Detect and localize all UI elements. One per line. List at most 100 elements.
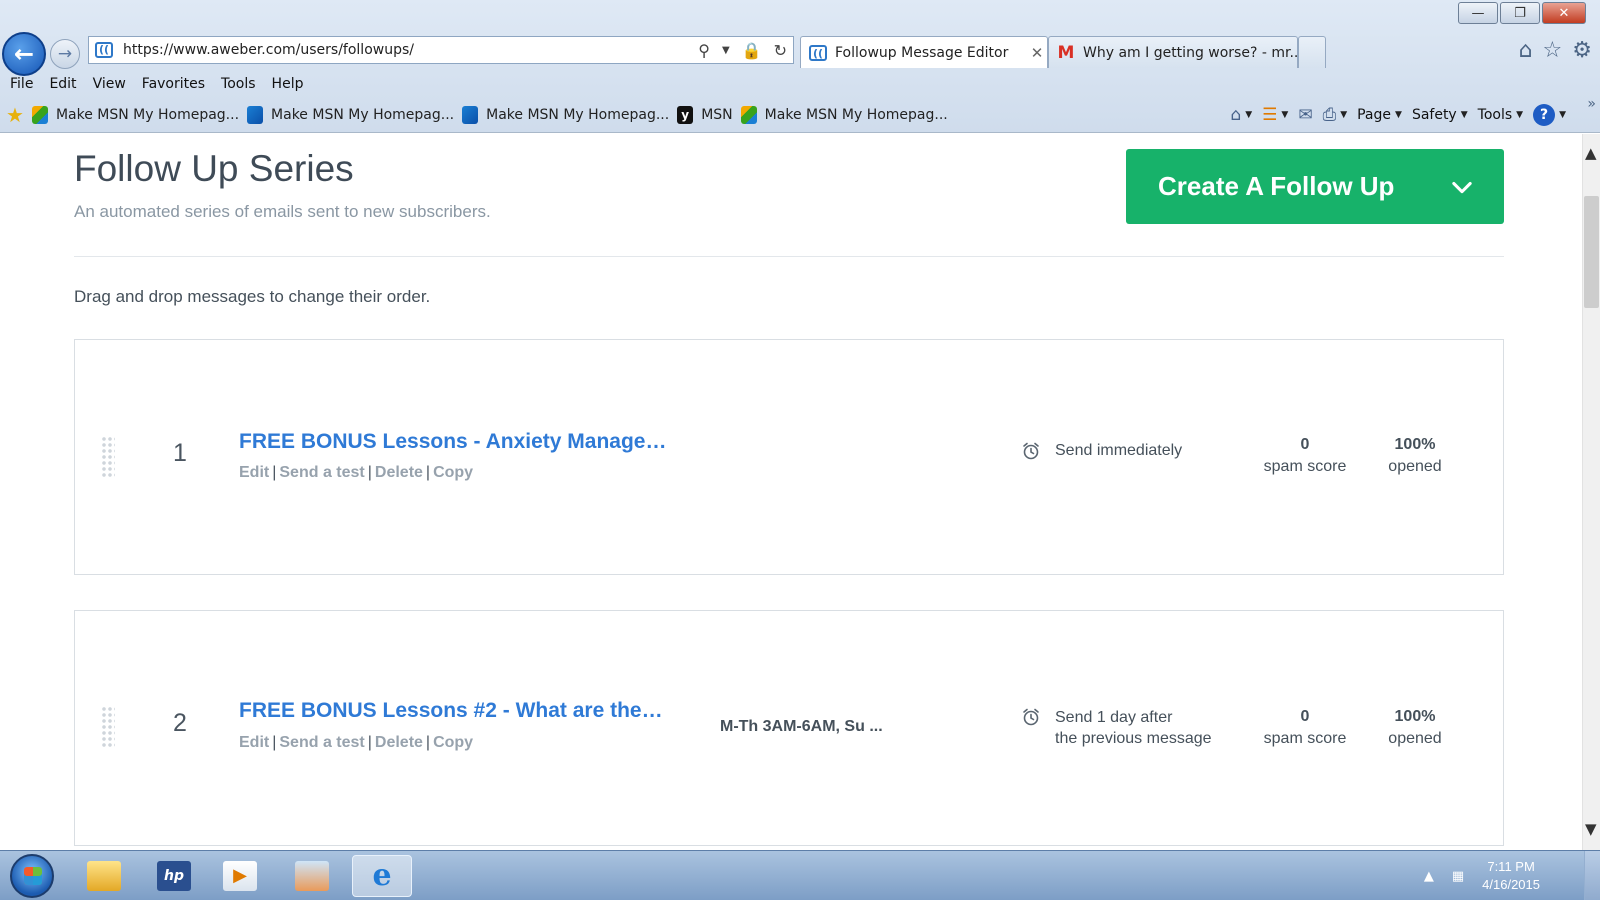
spam-score-stat: 0 spam score	[1255, 706, 1355, 750]
new-tab-button[interactable]	[1298, 36, 1326, 68]
restore-button[interactable]: ❐	[1500, 2, 1540, 24]
menu-file[interactable]: File	[0, 72, 41, 96]
chevron-down-icon	[1452, 181, 1472, 193]
favorites-star-icon[interactable]: ★	[6, 103, 24, 127]
safety-menu[interactable]: Safety ▼	[1410, 107, 1470, 123]
help-icon: ?	[1533, 104, 1556, 126]
back-button[interactable]: ←	[2, 32, 46, 76]
tab-close-icon[interactable]: ✕	[1027, 44, 1047, 62]
start-button[interactable]	[10, 854, 54, 898]
send-test-link[interactable]: Send a test	[279, 464, 364, 481]
message-title-link[interactable]: FREE BONUS Lessons #2 - What are the…	[239, 699, 663, 723]
delete-link[interactable]: Delete	[375, 734, 423, 751]
favorite-link[interactable]: y MSN	[677, 106, 733, 124]
caret-icon: ▼	[1395, 110, 1402, 120]
message-actions: Edit | Send a test | Delete | Copy	[239, 464, 473, 482]
tab-gmail[interactable]: M Why am I getting worse? - mr...	[1048, 36, 1298, 68]
taskbar-explorer[interactable]	[74, 855, 134, 897]
safety-menu-label: Safety	[1411, 107, 1457, 123]
internet-explorer-icon: e	[372, 858, 392, 893]
tab-followup-editor[interactable]: (( Followup Message Editor ✕	[800, 36, 1048, 68]
page-menu[interactable]: Page ▼	[1355, 107, 1404, 123]
drag-handle-icon[interactable]	[101, 436, 115, 478]
address-url[interactable]: https://www.aweber.com/users/followups/	[123, 42, 692, 58]
taskbar-clock[interactable]: 7:11 PM 4/16/2015	[1482, 858, 1540, 894]
send-timing: Send 1 day after the previous message	[1055, 707, 1212, 749]
favorite-label: Make MSN My Homepag...	[764, 107, 948, 123]
menu-help[interactable]: Help	[264, 72, 312, 96]
copy-link[interactable]: Copy	[433, 734, 473, 751]
scrollbar-thumb[interactable]	[1584, 196, 1599, 308]
edit-link[interactable]: Edit	[239, 734, 269, 751]
read-mail-button[interactable]: ✉	[1296, 105, 1314, 125]
favorite-link[interactable]: Make MSN My Homepag...	[31, 106, 239, 124]
lock-icon[interactable]: 🔒	[742, 41, 762, 60]
caret-icon: ▼	[1340, 110, 1348, 120]
send-test-link[interactable]: Send a test	[279, 734, 364, 751]
spam-score-value: 0	[1300, 436, 1310, 453]
create-follow-up-label: Create A Follow Up	[1158, 171, 1395, 201]
open-rate-stat: 100% opened	[1365, 434, 1465, 478]
separator: |	[367, 734, 372, 751]
refresh-icon[interactable]: ↻	[774, 41, 787, 60]
favorites-star-icon[interactable]: ☆	[1543, 38, 1563, 63]
separator: |	[425, 464, 431, 481]
show-desktop-button[interactable]	[1584, 851, 1600, 900]
network-signal-icon[interactable]: ▦	[1452, 869, 1464, 884]
alarm-clock-icon	[1023, 442, 1039, 460]
send-timing-line1: Send 1 day after	[1055, 709, 1173, 726]
tools-menu[interactable]: Tools ▼	[1476, 107, 1525, 123]
address-bar[interactable]: (( https://www.aweber.com/users/followup…	[88, 36, 794, 64]
aweber-favicon-icon: ((	[95, 42, 113, 58]
scroll-down-arrow-icon[interactable]: ▼	[1585, 820, 1597, 838]
taskbar-photo-app[interactable]	[282, 855, 342, 897]
separator: |	[272, 734, 277, 751]
menu-edit[interactable]: Edit	[41, 72, 84, 96]
menu-tools[interactable]: Tools	[213, 72, 264, 96]
help-menu[interactable]: ? ▼	[1531, 104, 1568, 126]
dropdown-caret-icon[interactable]: ▼	[722, 45, 730, 56]
taskbar-media-player[interactable]: ▶	[210, 855, 270, 897]
menu-view[interactable]: View	[85, 72, 134, 96]
copy-link[interactable]: Copy	[433, 464, 473, 481]
drag-handle-icon[interactable]	[101, 706, 115, 748]
spam-score-label: spam score	[1263, 458, 1347, 475]
print-button[interactable]: ⎙ ▼	[1321, 105, 1350, 125]
forward-button[interactable]: →	[50, 39, 80, 69]
scroll-up-arrow-icon[interactable]: ▲	[1585, 144, 1597, 162]
hp-icon: hp	[157, 861, 191, 891]
message-title-link[interactable]: FREE BONUS Lessons - Anxiety Manage…	[239, 430, 666, 454]
followup-message-row[interactable]: 2 FREE BONUS Lessons #2 - What are the… …	[74, 610, 1504, 846]
taskbar-hp[interactable]: hp	[144, 855, 204, 897]
folder-icon	[87, 861, 121, 891]
favorite-link[interactable]: Make MSN My Homepag...	[462, 106, 669, 124]
command-bar: ⌂ ▼ ☰ ▼ ✉ ⎙ ▼ Page ▼ Safety ▼ Tools ▼ ? ▼	[1228, 100, 1568, 130]
search-icon[interactable]: ⚲	[698, 41, 710, 60]
edit-link[interactable]: Edit	[239, 464, 269, 481]
open-rate-value: 100%	[1394, 708, 1436, 725]
home-icon[interactable]: ⌂	[1519, 38, 1533, 63]
delete-link[interactable]: Delete	[375, 464, 423, 481]
favorite-link[interactable]: Make MSN My Homepag...	[740, 106, 948, 124]
favorite-link[interactable]: Make MSN My Homepag...	[247, 106, 454, 124]
navigation-row: ← → (( https://www.aweber.com/users/foll…	[0, 32, 1600, 76]
open-rate-label: opened	[1388, 730, 1442, 747]
gear-icon[interactable]: ⚙	[1572, 38, 1592, 63]
schedule-text: M-Th 3AM-6AM, Su ...	[720, 718, 883, 735]
home-button[interactable]: ⌂ ▼	[1228, 105, 1254, 125]
taskbar-internet-explorer[interactable]: e	[352, 855, 412, 897]
minimize-button[interactable]: —	[1458, 2, 1498, 24]
followup-message-row[interactable]: 1 FREE BONUS Lessons - Anxiety Manage… E…	[74, 339, 1504, 575]
feeds-button[interactable]: ☰ ▼	[1260, 105, 1290, 125]
tools-menu-label: Tools	[1477, 107, 1513, 123]
more-chevron-icon[interactable]: »	[1587, 96, 1596, 112]
close-window-button[interactable]: ✕	[1542, 2, 1586, 24]
tray-expand-icon[interactable]: ▲	[1424, 869, 1434, 884]
gmail-favicon-icon: M	[1057, 42, 1075, 63]
windows-logo-icon	[24, 867, 42, 885]
msn-butterfly-icon	[247, 106, 264, 124]
menu-favorites[interactable]: Favorites	[134, 72, 213, 96]
system-tray: ▲ ▦ 7:11 PM 4/16/2015	[1424, 851, 1540, 900]
create-follow-up-button[interactable]: Create A Follow Up	[1126, 149, 1504, 224]
back-arrow-icon: ←	[13, 40, 35, 68]
